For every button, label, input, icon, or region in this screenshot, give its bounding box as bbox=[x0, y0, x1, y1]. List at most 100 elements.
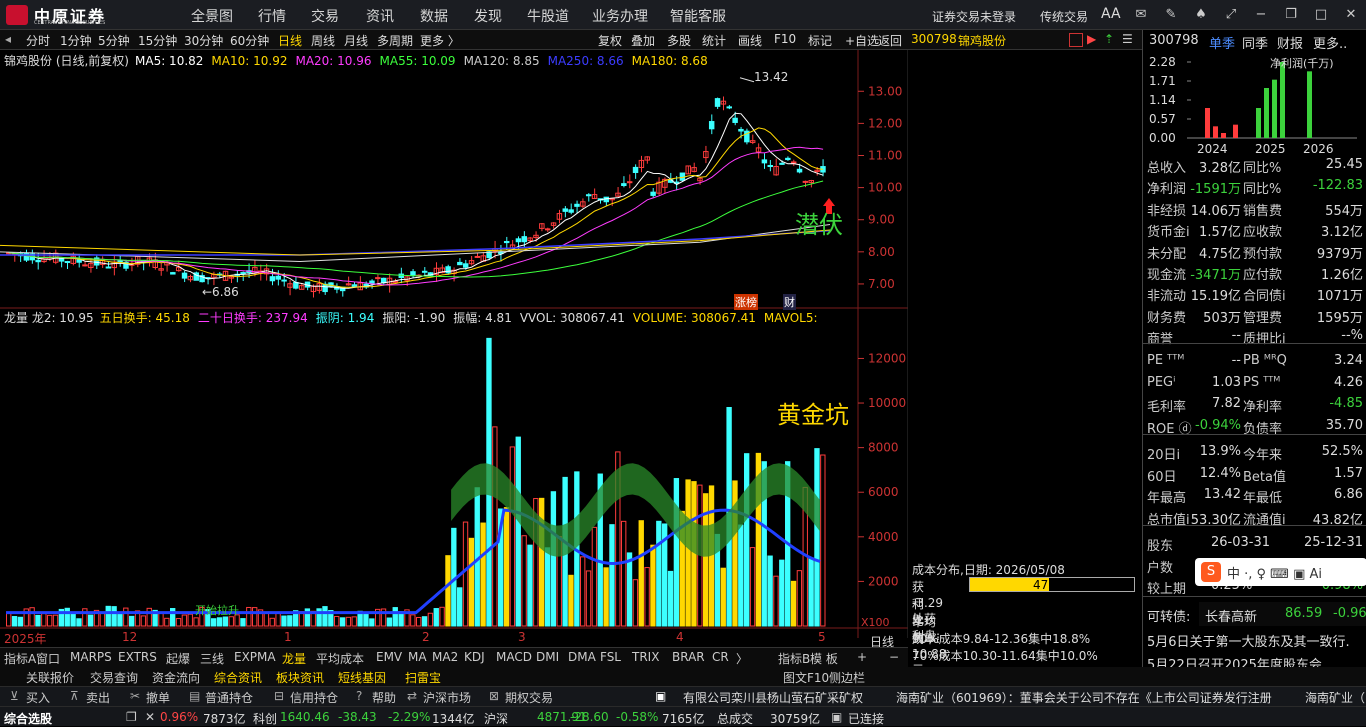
indicator-tab-17[interactable]: TRIX bbox=[632, 650, 659, 664]
font-size-button[interactable]: AA bbox=[1101, 6, 1121, 22]
menu-4[interactable]: 数据 bbox=[420, 6, 448, 26]
indicator-tab-0[interactable]: 指标A bbox=[4, 650, 36, 667]
action-5[interactable]: 帮助 bbox=[372, 689, 396, 706]
action-4[interactable]: 信用持仓 bbox=[290, 689, 338, 706]
menu-0[interactable]: 全景图 bbox=[191, 6, 233, 26]
period-9[interactable]: 多周期 bbox=[377, 32, 413, 49]
info-tab-6[interactable]: 扫雷宝 bbox=[405, 669, 441, 686]
period-0[interactable]: 分时 bbox=[26, 32, 50, 49]
menu-7[interactable]: 业务办理 bbox=[592, 6, 648, 26]
action-icon-1[interactable]: ⊼ bbox=[70, 689, 79, 703]
indicator-tab-13[interactable]: MACD bbox=[496, 650, 532, 664]
tool-1[interactable]: 叠加 bbox=[631, 32, 655, 49]
menu-3[interactable]: 资讯 bbox=[366, 6, 394, 26]
marker-finance[interactable]: 财 bbox=[783, 294, 796, 310]
indicator-tab-6[interactable]: EXPMA bbox=[234, 650, 276, 664]
maximize-icon[interactable]: □ bbox=[1313, 7, 1329, 23]
skin-icon[interactable]: ♠ bbox=[1193, 7, 1209, 23]
indicator-tab-20[interactable]: 〉 bbox=[736, 650, 748, 667]
arrow-icon[interactable]: ⇡ bbox=[1104, 32, 1114, 46]
login-status[interactable]: 证券交易未登录 bbox=[932, 8, 1016, 25]
info-tab-1[interactable]: 交易查询 bbox=[90, 669, 138, 686]
convert-bond-box[interactable]: 长春高新 86.59 -0.96% bbox=[1199, 602, 1366, 626]
indicator-tab-2[interactable]: MARPS bbox=[70, 650, 112, 664]
indicator-tab-1[interactable]: 窗口 bbox=[36, 650, 60, 667]
tool-5[interactable]: F10 bbox=[774, 32, 796, 46]
action-icon-2[interactable]: ✂ bbox=[130, 689, 140, 703]
action-2[interactable]: 撤单 bbox=[146, 689, 170, 706]
period-7[interactable]: 周线 bbox=[311, 32, 335, 49]
close-icon[interactable]: ✕ bbox=[1343, 7, 1359, 23]
action-7[interactable]: 期权交易 bbox=[505, 689, 553, 706]
indicator-tab-24[interactable]: − bbox=[889, 650, 899, 664]
collapse-icon[interactable]: ◂ bbox=[5, 32, 11, 46]
tool-6[interactable]: 标记 bbox=[808, 32, 832, 49]
menu-2[interactable]: 交易 bbox=[311, 6, 339, 26]
news-item-1[interactable]: 5月6日关于第一大股东及其一致行. bbox=[1147, 631, 1350, 650]
action-icon-5[interactable]: ? bbox=[356, 689, 362, 703]
flag-icon[interactable]: ▶ bbox=[1087, 32, 1096, 46]
indicator-tab-11[interactable]: MA2 bbox=[432, 650, 458, 664]
kline-chart-area[interactable]: 13.00 12.00 11.00 10.00 9.00 8.00 7.00 12000 100… bbox=[0, 50, 1158, 677]
status-panel-title[interactable]: 综合选股 bbox=[4, 710, 52, 727]
info-tool-1[interactable]: 侧边栏 bbox=[829, 669, 865, 686]
info-tab-5[interactable]: 短线基因 bbox=[338, 669, 386, 686]
info-tool-0[interactable]: 图文F10 bbox=[783, 669, 829, 686]
minimize-icon[interactable]: − bbox=[1253, 7, 1269, 23]
ime-mode[interactable]: 中 ·, ♀ ⌨ ▣ Ai bbox=[1227, 563, 1322, 582]
action-icon-4[interactable]: ⊟ bbox=[274, 689, 284, 703]
action-icon-3[interactable]: ▤ bbox=[189, 689, 200, 703]
indicator-tab-16[interactable]: FSL bbox=[600, 650, 621, 664]
action-6[interactable]: 沪深市场 bbox=[423, 689, 471, 706]
indicator-tab-5[interactable]: 三线 bbox=[200, 650, 224, 667]
period-2[interactable]: 5分钟 bbox=[98, 32, 130, 49]
indicator-tab-7[interactable]: 龙量 bbox=[282, 650, 306, 667]
fullscreen-icon[interactable]: ⤢ bbox=[1223, 7, 1239, 23]
marker-hot[interactable]: 涨榜 bbox=[734, 294, 758, 310]
period-10[interactable]: 更多 〉 bbox=[420, 32, 460, 49]
indicator-tab-15[interactable]: DMA bbox=[568, 650, 596, 664]
rp-tab-2[interactable]: 财报 bbox=[1277, 33, 1303, 52]
indicator-tab-14[interactable]: DMI bbox=[536, 650, 559, 664]
indicator-tab-21[interactable]: 指标B bbox=[778, 650, 810, 667]
menu-5[interactable]: 发现 bbox=[474, 6, 502, 26]
info-tab-2[interactable]: 资金流向 bbox=[152, 669, 200, 686]
indicator-tab-19[interactable]: CR bbox=[712, 650, 729, 664]
tool-3[interactable]: 统计 bbox=[702, 32, 726, 49]
info-tab-3[interactable]: 综合资讯 bbox=[214, 669, 262, 686]
trade-mode[interactable]: 传统交易 bbox=[1040, 8, 1088, 25]
ticker-item-1[interactable]: 海南矿业（601969）：董事会关于公司不存在《上市公司证券发行注册 bbox=[896, 689, 1272, 706]
menu-8[interactable]: 智能客服 bbox=[670, 6, 726, 26]
menu-icon[interactable]: ☰ bbox=[1122, 32, 1133, 46]
tool-0[interactable]: 复权 bbox=[598, 32, 622, 49]
rp-tab-3[interactable]: 更多.. bbox=[1313, 33, 1347, 52]
tool-2[interactable]: 多股 bbox=[667, 32, 691, 49]
ticker-item-2[interactable]: 海南矿业（ bbox=[1305, 689, 1365, 706]
info-tab-4[interactable]: 板块资讯 bbox=[276, 669, 324, 686]
action-icon-7[interactable]: ⊠ bbox=[489, 689, 499, 703]
panel-restore-icon[interactable]: ❐ bbox=[126, 710, 137, 724]
ticker-item-0[interactable]: 有限公司栾川县杨山萤石矿采矿权 bbox=[683, 689, 863, 706]
action-icon-6[interactable]: ⇄ bbox=[407, 689, 417, 703]
indicator-tab-4[interactable]: 起爆 bbox=[166, 650, 190, 667]
menu-6[interactable]: 牛股道 bbox=[527, 6, 569, 26]
info-tab-0[interactable]: 关联报价 bbox=[26, 669, 74, 686]
period-4[interactable]: 30分钟 bbox=[184, 32, 223, 49]
tool-8[interactable]: 返回 bbox=[878, 32, 902, 49]
f10-icon[interactable] bbox=[1069, 33, 1083, 47]
indicator-tab-18[interactable]: BRAR bbox=[672, 650, 705, 664]
tool-7[interactable]: +自选 bbox=[845, 32, 879, 49]
indicator-tab-3[interactable]: EXTRS bbox=[118, 650, 157, 664]
indicator-tab-12[interactable]: KDJ bbox=[464, 650, 485, 664]
rp-tab-0[interactable]: 单季 bbox=[1209, 33, 1235, 52]
kline-chart[interactable]: 13.00 12.00 11.00 10.00 9.00 8.00 7.00 12000 100… bbox=[0, 50, 1158, 638]
menu-1[interactable]: 行情 bbox=[258, 6, 286, 26]
indicator-tab-8[interactable]: 平均成本 bbox=[316, 650, 364, 667]
tool-4[interactable]: 画线 bbox=[738, 32, 762, 49]
settings-icon[interactable]: ✎ bbox=[1163, 7, 1179, 23]
panel-close-icon[interactable]: ✕ bbox=[145, 710, 155, 724]
indicator-tab-22[interactable]: 模 板 bbox=[810, 650, 838, 667]
indicator-tab-23[interactable]: + bbox=[857, 650, 867, 664]
action-1[interactable]: 卖出 bbox=[86, 689, 110, 706]
indicator-tab-9[interactable]: EMV bbox=[376, 650, 402, 664]
